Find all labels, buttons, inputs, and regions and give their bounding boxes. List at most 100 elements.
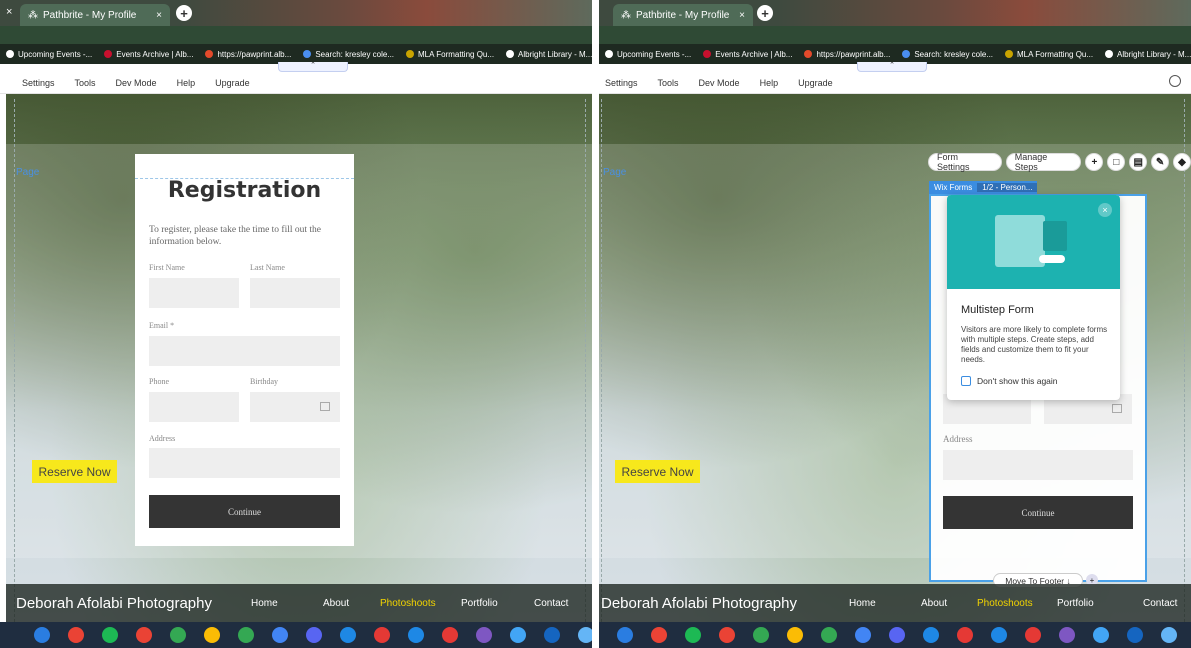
shelf-app-icon[interactable]	[1025, 627, 1041, 643]
shelf-app-icon[interactable]	[617, 627, 633, 643]
nav-contact[interactable]: Contact	[534, 598, 568, 609]
nav-home[interactable]: Home	[251, 598, 323, 609]
reserve-now-button[interactable]: Reserve Now	[32, 460, 117, 483]
shelf-app-icon[interactable]	[1161, 627, 1177, 643]
shelf-app-icon[interactable]	[408, 627, 424, 643]
shelf-app-icon[interactable]	[923, 627, 939, 643]
checkbox-icon[interactable]	[961, 376, 971, 386]
browser-tab[interactable]: ⁂ Pathbrite - My Profile ×	[20, 4, 170, 26]
nav-contact[interactable]: Contact	[1143, 598, 1177, 609]
shelf-app-icon[interactable]	[170, 627, 186, 643]
layout-icon[interactable]: □	[1107, 153, 1126, 171]
email-input[interactable]	[149, 336, 340, 366]
step-selector[interactable]: 1/2 - Person...	[977, 183, 1038, 192]
shelf-app-icon[interactable]	[685, 627, 701, 643]
shelf-app-icon[interactable]	[991, 627, 1007, 643]
collapse-toolbar-button[interactable]: ⌃	[278, 62, 348, 72]
shelf-app-icon[interactable]	[1093, 627, 1109, 643]
menu-help[interactable]: Help	[760, 78, 779, 88]
shelf-app-icon[interactable]	[238, 627, 254, 643]
menu-tools[interactable]: Tools	[658, 78, 679, 88]
site-canvas[interactable]: Page Registration To register, please ta…	[6, 94, 592, 622]
shelf-app-icon[interactable]	[374, 627, 390, 643]
registration-form[interactable]: Registration To register, please take th…	[135, 154, 354, 546]
shelf-app-icon[interactable]	[957, 627, 973, 643]
site-canvas[interactable]: Page Address Continue Form Settings Mana…	[599, 94, 1191, 622]
bookmark-item[interactable]: Events Archive | Alb...	[104, 50, 193, 59]
shelf-app-icon[interactable]	[719, 627, 735, 643]
close-icon[interactable]: ×	[1098, 203, 1112, 217]
menu-dev-mode[interactable]: Dev Mode	[699, 78, 740, 88]
layers-icon[interactable]: ▤	[1129, 153, 1148, 171]
bookmark-item[interactable]: Upcoming Events -...	[6, 50, 92, 59]
shelf-app-icon[interactable]	[651, 627, 667, 643]
site-brand[interactable]: Deborah Afolabi Photography	[601, 595, 849, 612]
bookmark-item[interactable]: https://pawprint.alb...	[205, 50, 291, 59]
bookmark-item[interactable]: MLA Formatting Qu...	[406, 50, 494, 59]
bookmark-item[interactable]: https://pawprint.alb...	[804, 50, 890, 59]
shelf-app-icon[interactable]	[787, 627, 803, 643]
nav-home[interactable]: Home	[849, 598, 921, 609]
shelf-app-icon[interactable]	[136, 627, 152, 643]
menu-upgrade[interactable]: Upgrade	[798, 78, 833, 88]
animation-icon[interactable]: ◆	[1173, 153, 1191, 171]
search-icon[interactable]	[1169, 75, 1181, 87]
continue-button[interactable]: Continue	[149, 495, 340, 528]
birthday-input[interactable]	[250, 392, 340, 422]
bookmark-item[interactable]: Search: kresley cole...	[902, 50, 993, 59]
reserve-now-button[interactable]: Reserve Now	[615, 460, 700, 483]
shelf-app-icon[interactable]	[1127, 627, 1143, 643]
last-name-input[interactable]	[250, 278, 340, 308]
nav-portfolio[interactable]: Portfolio	[1057, 598, 1143, 609]
shelf-app-icon[interactable]	[102, 627, 118, 643]
bookmark-item[interactable]: Albright Library - M...	[1105, 50, 1191, 59]
dont-show-checkbox[interactable]: Don't show this again	[961, 376, 1058, 386]
close-window-icon[interactable]: ×	[6, 6, 12, 18]
add-icon[interactable]: +	[1085, 153, 1104, 171]
shelf-app-icon[interactable]	[510, 627, 526, 643]
menu-dev-mode[interactable]: Dev Mode	[116, 78, 157, 88]
first-name-input[interactable]	[149, 278, 239, 308]
shelf-app-icon[interactable]	[340, 627, 356, 643]
nav-photoshoots[interactable]: Photoshoots	[380, 598, 461, 609]
nav-about[interactable]: About	[323, 598, 380, 609]
shelf-app-icon[interactable]	[578, 627, 592, 643]
bookmark-item[interactable]: Upcoming Events -...	[605, 50, 691, 59]
shelf-app-icon[interactable]	[204, 627, 220, 643]
shelf-app-icon[interactable]	[889, 627, 905, 643]
shelf-app-icon[interactable]	[476, 627, 492, 643]
tab-close-icon[interactable]: ×	[156, 10, 162, 21]
bookmark-item[interactable]: Search: kresley cole...	[303, 50, 394, 59]
phone-input[interactable]	[149, 392, 239, 422]
new-tab-button[interactable]: +	[757, 5, 773, 21]
browser-tab[interactable]: ⁂ Pathbrite - My Profile ×	[613, 4, 753, 26]
new-tab-button[interactable]: +	[176, 5, 192, 21]
shelf-app-icon[interactable]	[753, 627, 769, 643]
calendar-icon[interactable]	[320, 402, 330, 411]
wix-forms-tag[interactable]: Wix Forms 1/2 - Person...	[929, 181, 1038, 194]
nav-about[interactable]: About	[921, 598, 977, 609]
shelf-app-icon[interactable]	[1059, 627, 1075, 643]
shelf-app-icon[interactable]	[442, 627, 458, 643]
menu-settings[interactable]: Settings	[605, 78, 638, 88]
shelf-app-icon[interactable]	[544, 627, 560, 643]
shelf-app-icon[interactable]	[272, 627, 288, 643]
shelf-app-icon[interactable]	[821, 627, 837, 643]
menu-settings[interactable]: Settings	[22, 78, 55, 88]
shelf-app-icon[interactable]	[34, 627, 50, 643]
collapse-toolbar-button[interactable]: ⌃	[857, 62, 927, 72]
form-settings-button[interactable]: Form Settings	[928, 152, 1002, 172]
shelf-app-icon[interactable]	[855, 627, 871, 643]
shelf-app-icon[interactable]	[68, 627, 84, 643]
manage-steps-button[interactable]: Manage Steps	[1005, 152, 1082, 172]
menu-upgrade[interactable]: Upgrade	[215, 78, 250, 88]
site-brand[interactable]: Deborah Afolabi Photography	[16, 595, 251, 612]
bookmark-item[interactable]: MLA Formatting Qu...	[1005, 50, 1093, 59]
menu-help[interactable]: Help	[177, 78, 196, 88]
nav-portfolio[interactable]: Portfolio	[461, 598, 534, 609]
address-input[interactable]	[149, 448, 340, 478]
nav-photoshoots[interactable]: Photoshoots	[977, 598, 1057, 609]
bookmark-item[interactable]: Albright Library - M...	[506, 50, 592, 59]
menu-tools[interactable]: Tools	[75, 78, 96, 88]
design-icon[interactable]: ✎	[1151, 153, 1170, 171]
